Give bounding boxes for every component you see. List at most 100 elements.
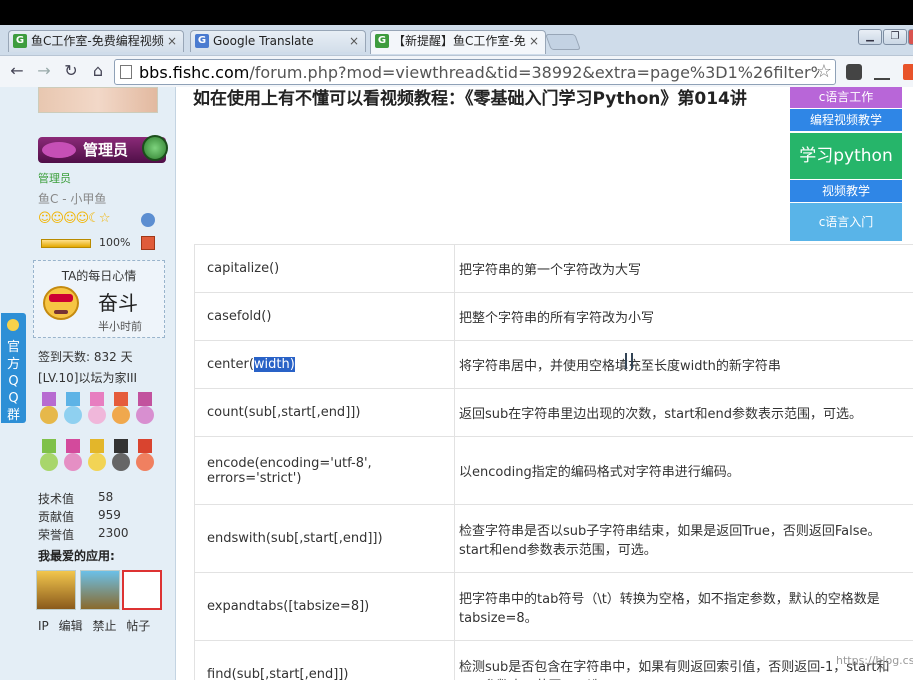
- gift-icon[interactable]: [141, 236, 155, 250]
- user-links: IP 编辑 禁止 帖子: [38, 617, 156, 634]
- download-icon[interactable]: [874, 64, 890, 80]
- user-role[interactable]: 管理员: [38, 170, 71, 186]
- post-title: 如在使用上有不懂可以看视频教程：《零基础入门学习Python》第014讲: [193, 89, 747, 109]
- angry-face-icon: [43, 286, 79, 320]
- person-icon[interactable]: [141, 213, 155, 227]
- text-cursor-icon: [625, 353, 633, 369]
- author-sidebar: 管理员 管理员 鱼C - 小甲鱼 ☺☺☺☺☾☆ 100% TA的每日心情 奋斗 …: [0, 87, 176, 680]
- tab-google-translate[interactable]: G Google Translate ×: [190, 30, 366, 52]
- rm-item-c-work[interactable]: c语言工作: [790, 87, 902, 108]
- methods-table: capitalize() 把字符串的第一个字符改为大写 casefold() 把…: [194, 244, 913, 680]
- tab-label: 鱼C工作室-免费编程视频: [31, 34, 164, 48]
- close-icon[interactable]: ×: [349, 31, 359, 51]
- rm-item-video[interactable]: 视频教学: [790, 180, 902, 202]
- table-row: endswith(sub[,start[,end]]) 检查字符串是否以sub子…: [194, 504, 913, 573]
- star-icon[interactable]: ☆: [816, 61, 832, 82]
- close-window-button[interactable]: [908, 29, 913, 45]
- mood-title: TA的每日心情: [61, 269, 137, 283]
- desc-cell: 返回sub在字符串里边出现的次数，start和end参数表示范围，可选。: [454, 388, 913, 437]
- qq-group-tab[interactable]: 官方QQ群: [1, 313, 26, 423]
- close-icon[interactable]: ×: [167, 31, 177, 51]
- username: 鱼C - 小甲鱼: [38, 192, 107, 206]
- medal-icon[interactable]: [111, 392, 131, 427]
- medal-icon[interactable]: [63, 392, 83, 427]
- medal-icon[interactable]: [39, 392, 59, 427]
- table-row: expandtabs([tabsize=8]) 把字符串中的tab符号（\t）转…: [194, 572, 913, 641]
- rm-item-learn-python[interactable]: 学习python: [790, 133, 902, 179]
- forward-button[interactable]: →: [33, 60, 55, 82]
- tab-fishc-home[interactable]: G 鱼C工作室-免费编程视频 ×: [8, 30, 184, 52]
- stat-value: 959: [98, 508, 121, 522]
- method-cell: capitalize(): [194, 244, 455, 293]
- five-app-icon[interactable]: [80, 570, 120, 610]
- method-text: center(: [207, 357, 254, 372]
- globe-icon: [142, 135, 168, 161]
- table-row: find(sub[,start[,end]]) 检测sub是否包含在字符串中，如…: [194, 640, 913, 680]
- mood-word: 奋斗: [98, 291, 138, 315]
- qq-tab-label: 官方QQ群: [7, 340, 21, 423]
- desc-cell: 把字符串中的tab符号（\t）转换为空格，如不指定参数，默认的空格数是tabsi…: [454, 572, 913, 641]
- table-row: count(sub[,start[,end]]) 返回sub在字符串里边出现的次…: [194, 388, 913, 437]
- method-cell: center(width): [194, 340, 455, 389]
- medal-icon[interactable]: [135, 439, 155, 474]
- stat-value: 58: [98, 490, 114, 504]
- leaf-icon: [42, 142, 76, 158]
- table-row: encode(encoding='utf-8', errors='strict'…: [194, 436, 913, 505]
- qq-icon: [7, 319, 19, 331]
- posts-link[interactable]: 帖子: [126, 619, 150, 633]
- medal-icon[interactable]: [39, 439, 59, 474]
- url-text[interactable]: bbs.fishc.com/forum.php?mod=viewthread&t…: [139, 63, 819, 82]
- avatar[interactable]: [38, 87, 158, 113]
- camera-app-icon[interactable]: [122, 570, 162, 610]
- fishc-favicon: G: [375, 34, 389, 48]
- tab-fishc-thread[interactable]: G 【新提醒】鱼C工作室-免 ×: [370, 30, 546, 54]
- table-row: capitalize() 把字符串的第一个字符改为大写: [194, 244, 913, 293]
- method-cell: casefold(): [194, 292, 455, 341]
- table-row: center(width) 将字符串居中，并使用空格填充至长度width的新字符…: [194, 340, 913, 389]
- table-row: casefold() 把整个字符串的所有字符改为小写: [194, 292, 913, 341]
- address-bar[interactable]: bbs.fishc.com/forum.php?mod=viewthread&t…: [114, 59, 836, 85]
- fav-apps-title: 我最爱的应用:: [38, 549, 115, 563]
- tab-label: 【新提醒】鱼C工作室-免: [393, 34, 526, 48]
- method-cell: count(sub[,start[,end]]): [194, 388, 455, 437]
- extension-icon[interactable]: [846, 64, 862, 80]
- method-cell: find(sub[,start[,end]]): [194, 640, 455, 680]
- new-tab-button[interactable]: [545, 34, 581, 50]
- selected-text[interactable]: width): [253, 357, 295, 372]
- minimize-button[interactable]: ▁: [858, 29, 882, 45]
- ip-link[interactable]: IP: [38, 619, 49, 633]
- home-button[interactable]: ⌂: [87, 60, 109, 82]
- medal-icon[interactable]: [135, 392, 155, 427]
- user-level: [LV.10]以坛为家III: [38, 371, 138, 385]
- restore-button[interactable]: ❐: [883, 29, 907, 45]
- method-cell: expandtabs([tabsize=8]): [194, 572, 455, 641]
- rank-icons: ☺☺☺☺☾☆: [38, 211, 111, 226]
- rm-item-c-intro[interactable]: c语言入门: [790, 203, 902, 241]
- watermark: https://blog.csdn.net/qq_34848334: [836, 654, 913, 667]
- ban-link[interactable]: 禁止: [92, 619, 116, 633]
- stat-label: 技术值: [38, 492, 75, 506]
- admin-badge: 管理员: [38, 135, 168, 163]
- close-icon[interactable]: ×: [529, 31, 539, 51]
- back-button[interactable]: ←: [6, 60, 28, 82]
- menu-icon[interactable]: [903, 64, 913, 80]
- medal-icon[interactable]: [111, 439, 131, 474]
- browser-chrome: G 鱼C工作室-免费编程视频 × G Google Translate × G …: [0, 25, 913, 87]
- badge-label: 管理员: [83, 141, 129, 159]
- fishc-favicon: G: [13, 34, 27, 48]
- stat-label: 贡献值: [38, 510, 75, 524]
- edit-link[interactable]: 编辑: [59, 619, 83, 633]
- medal-icon[interactable]: [87, 392, 107, 427]
- rm-item-video-teach[interactable]: 编程视频教学: [790, 109, 902, 131]
- desc-cell: 以encoding指定的编码格式对字符串进行编码。: [454, 436, 913, 505]
- game-app-icon[interactable]: [36, 570, 76, 610]
- desc-cell: 将字符串居中，并使用空格填充至长度width的新字符串: [454, 340, 913, 389]
- mood-time: 半小时前: [98, 320, 142, 333]
- reload-button[interactable]: ↻: [60, 60, 82, 82]
- browser-window: G 鱼C工作室-免费编程视频 × G Google Translate × G …: [0, 0, 913, 680]
- google-translate-favicon: G: [195, 34, 209, 48]
- page-icon: [120, 65, 132, 79]
- medal-icon[interactable]: [87, 439, 107, 474]
- medal-icon[interactable]: [63, 439, 83, 474]
- progress-text: 100%: [99, 236, 131, 249]
